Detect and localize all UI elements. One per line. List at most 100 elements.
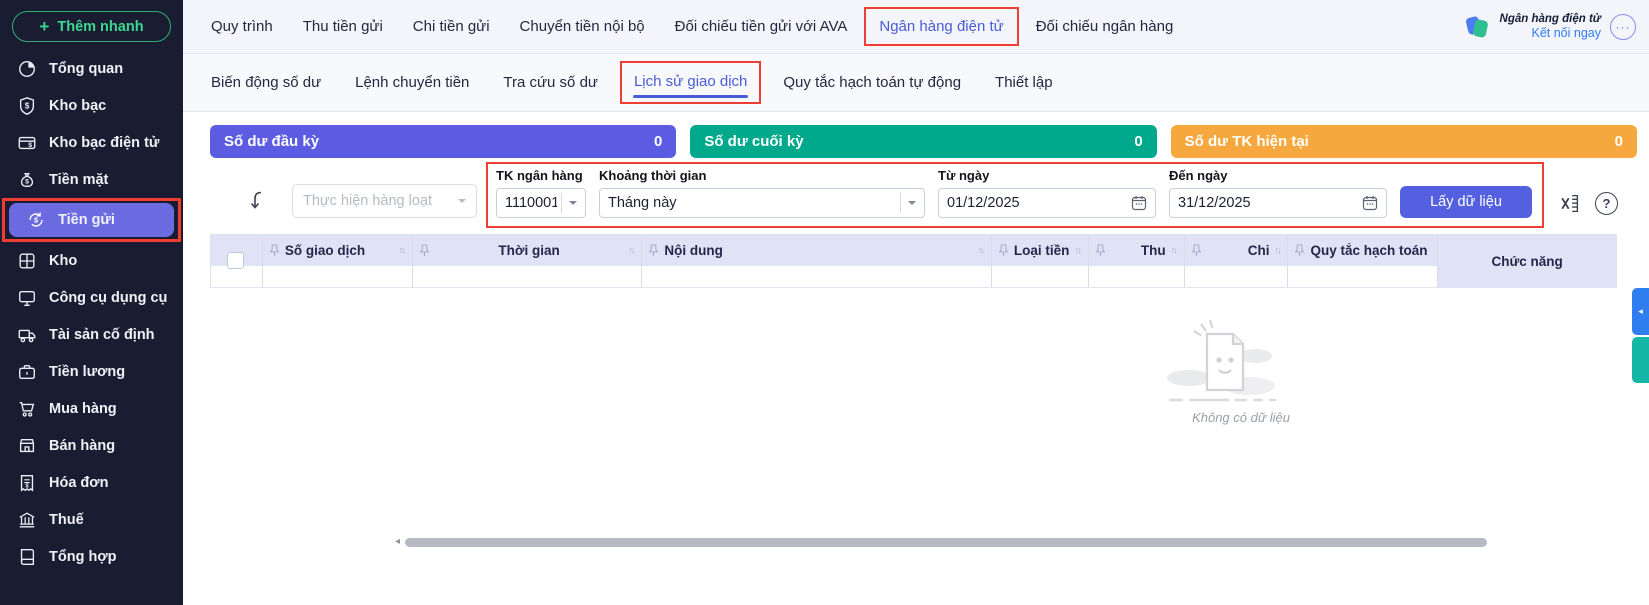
sidebar-item-label: Công cụ dụng cụ (49, 289, 168, 306)
scrollbar-track[interactable] (405, 537, 1649, 547)
pin-icon[interactable] (648, 243, 659, 257)
nav-doi-chieu-ngan-hang[interactable]: Đối chiếu ngân hàng (1036, 18, 1174, 35)
annotation-red-frame-nav: Ngân hàng điện tử (864, 7, 1019, 46)
bank-account-label: TK ngân hàng (496, 168, 583, 183)
sidebar-item-kho-bac-dien-tu[interactable]: $ Kho bạc điện tử (0, 124, 183, 161)
closing-balance-bar: Số dư cuối kỳ 0 (690, 125, 1157, 158)
sidebar-item-label: Kho bạc (49, 97, 107, 114)
svg-text:$: $ (25, 101, 30, 110)
ebank-logo-icon (1464, 14, 1491, 40)
batch-action-select[interactable]: Thực hiện hàng loạt (292, 184, 477, 218)
fetch-data-button[interactable]: Lấy dữ liệu (1400, 186, 1532, 218)
nav-chi-tien-gui[interactable]: Chi tiền gửi (413, 18, 490, 35)
tab-lich-su-giao-dich[interactable]: Lịch sử giao dịch (634, 73, 747, 90)
sidebar: + Thêm nhanh Tổng quan $ Kho bạc $ Kho b… (0, 0, 183, 605)
annotation-red-frame-tab: Lịch sử giao dịch (619, 61, 762, 104)
sidebar-item-thue[interactable]: Thuế (0, 501, 183, 538)
pin-icon[interactable] (269, 243, 280, 257)
nav-doi-chieu-tien-gui-ava[interactable]: Đối chiếu tiền gửi với AVA (675, 18, 848, 35)
help-icon[interactable]: ? (1595, 192, 1618, 215)
column-quy-tac-hach-toan: Quy tắc hạch toán (1288, 235, 1439, 287)
bank-account-select[interactable]: 111000195 (496, 188, 586, 218)
select-all-column (211, 235, 263, 287)
sidebar-item-label: Bán hàng (49, 437, 116, 454)
column-filter-chi[interactable] (1184, 265, 1288, 287)
sort-icon[interactable]: ↑↓ (978, 245, 985, 255)
sidebar-item-label: Tài sản cố định (49, 326, 155, 343)
chevron-down-icon (908, 201, 916, 209)
period-select[interactable]: Tháng này (599, 188, 925, 218)
nav-thu-tien-gui[interactable]: Thu tiền gửi (303, 18, 383, 35)
empty-state-text: Không có dữ liệu (1192, 410, 1290, 425)
sidebar-item-cong-cu-dung-cu[interactable]: Công cụ dụng cụ (0, 279, 183, 316)
collapse-panel-tab-teal[interactable] (1632, 337, 1649, 383)
pin-icon[interactable] (1095, 243, 1106, 257)
calendar-icon[interactable] (1362, 195, 1378, 211)
column-filter-thu[interactable] (1088, 265, 1184, 287)
sidebar-item-hoa-don[interactable]: $ Hóa đơn (0, 464, 183, 501)
column-filter-loai-tien[interactable] (991, 265, 1088, 287)
main-area: Quy trình Thu tiền gửi Chi tiền gửi Chuy… (183, 0, 1649, 605)
column-loai-tien: Loại tiền ↑↓ (991, 235, 1089, 287)
sidebar-item-mua-hang[interactable]: Mua hàng (0, 390, 183, 427)
pin-icon[interactable] (1191, 243, 1202, 257)
tab-tra-cuu-so-du[interactable]: Tra cứu số dư (503, 74, 598, 91)
pin-icon[interactable] (1294, 243, 1305, 257)
tab-quy-tac-hach-toan[interactable]: Quy tắc hạch toán tự động (783, 74, 961, 91)
column-filter-thoi-gian[interactable] (412, 265, 642, 287)
nav-quy-trinh[interactable]: Quy trình (211, 18, 273, 35)
pin-icon[interactable] (998, 243, 1009, 257)
sidebar-item-tien-mat[interactable]: $ Tiền mặt (0, 161, 183, 198)
horizontal-scrollbar[interactable]: ◂ ▸ (395, 536, 1649, 548)
to-date-input[interactable]: 31/12/2025 (1169, 188, 1387, 218)
column-chi: Chi ↑↓ (1184, 235, 1289, 287)
column-filter-noi-dung[interactable] (642, 265, 991, 287)
sidebar-item-label: Tiền mặt (49, 171, 109, 188)
sidebar-item-kho-bac[interactable]: $ Kho bạc (0, 87, 183, 124)
connect-now-link[interactable]: Kết nối ngay (1500, 26, 1602, 42)
column-header-label: Chi (1247, 242, 1270, 258)
column-header-label: Quy tắc hạch toán (1310, 242, 1428, 258)
quick-add-button[interactable]: + Thêm nhanh (12, 11, 171, 42)
nav-ngan-hang-dien-tu[interactable]: Ngân hàng điện tử (879, 18, 1003, 35)
annotation-red-frame-sidebar: $ Tiền gửi (2, 198, 181, 242)
ebank-widget-title: Ngân hàng điện tử (1499, 12, 1601, 25)
cash-pouch-icon: $ (17, 170, 37, 190)
sort-icon[interactable]: ↑↓ (628, 245, 635, 255)
sort-icon[interactable]: ↑↓ (399, 245, 406, 255)
from-date-input[interactable]: 01/12/2025 (938, 188, 1156, 218)
sidebar-item-label: Tiền gửi (58, 212, 115, 228)
calendar-icon[interactable] (1131, 195, 1147, 211)
column-thu: Thu ↑↓ (1088, 235, 1185, 287)
sidebar-item-label: Mua hàng (49, 400, 117, 417)
bank-building-icon (17, 510, 37, 530)
sort-icon[interactable]: ↑↓ (1171, 245, 1178, 255)
sidebar-item-ban-hang[interactable]: Bán hàng (0, 427, 183, 464)
tab-lenh-chuyen-tien[interactable]: Lệnh chuyển tiền (355, 74, 469, 91)
warehouse-grid-icon (17, 251, 37, 271)
pin-icon[interactable] (419, 243, 430, 257)
excel-export-icon[interactable] (1559, 193, 1580, 214)
scrollbar-thumb[interactable] (405, 537, 1488, 547)
column-filter-quy-tac[interactable] (1288, 265, 1438, 287)
sort-icon[interactable]: ↑↓ (1274, 245, 1281, 255)
scroll-left-icon[interactable]: ◂ (395, 537, 400, 547)
opening-balance-value: 0 (653, 133, 663, 150)
collapse-panel-tab-blue[interactable]: ◂ (1632, 288, 1649, 335)
sidebar-item-kho[interactable]: Kho (0, 242, 183, 279)
column-filter-so-giao-dich[interactable] (262, 265, 412, 287)
sort-icon[interactable]: ↑↓ (1075, 245, 1082, 255)
tab-bien-dong-so-du[interactable]: Biến động số dư (211, 74, 321, 91)
period-field: Khoảng thời gian Tháng này (599, 168, 925, 218)
scroll-to-latest-icon[interactable] (247, 190, 267, 212)
sidebar-item-tien-luong[interactable]: Tiền lương (0, 353, 183, 390)
sidebar-item-tai-san-co-dinh[interactable]: Tài sản cố định (0, 316, 183, 353)
sidebar-item-tong-hop[interactable]: Tổng hợp (0, 538, 183, 575)
sidebar-item-tien-gui[interactable]: $ Tiền gửi (9, 203, 174, 237)
from-date-value: 01/12/2025 (947, 195, 1020, 211)
more-options-icon[interactable]: ··· (1610, 13, 1636, 40)
select-all-checkbox[interactable] (227, 252, 244, 269)
sidebar-item-tong-quan[interactable]: Tổng quan (0, 50, 183, 87)
tab-thiet-lap[interactable]: Thiết lập (995, 74, 1053, 91)
nav-chuyen-tien-noi-bo[interactable]: Chuyển tiền nội bộ (520, 18, 645, 35)
